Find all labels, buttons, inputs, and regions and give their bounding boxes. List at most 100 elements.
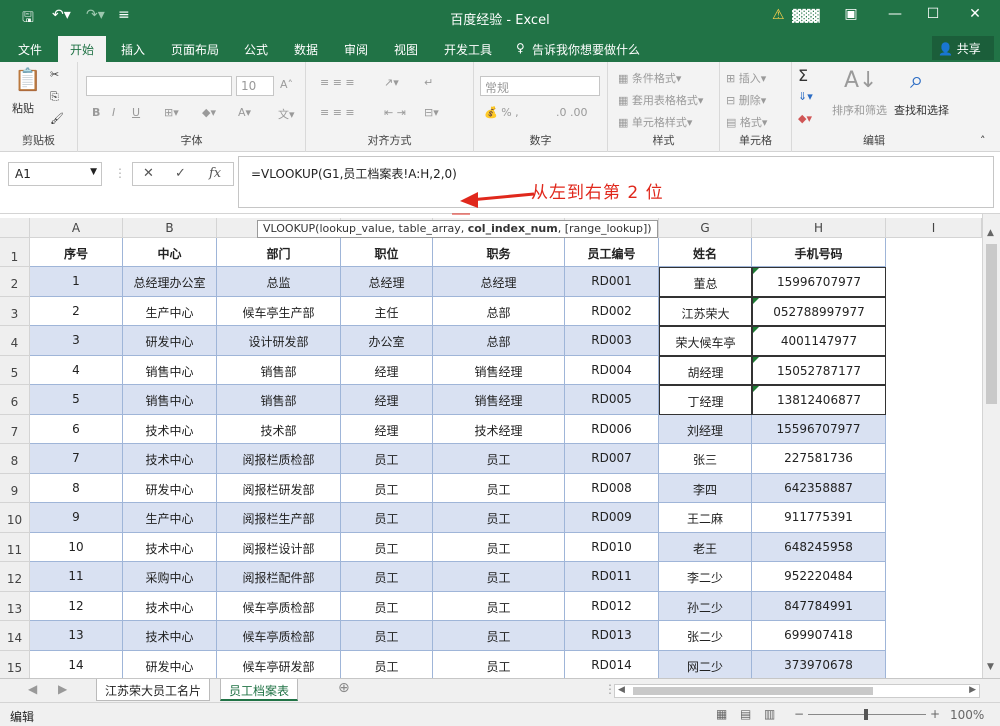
table-cell[interactable]: RD008 — [565, 473, 659, 503]
table-cell[interactable]: 李四 — [659, 473, 752, 503]
sort-filter-label[interactable]: 排序和筛选 — [832, 102, 887, 118]
table-cell[interactable]: 候车亭质检部 — [217, 591, 341, 621]
table-cell[interactable]: 老王 — [659, 532, 752, 562]
table-cell[interactable]: RD003 — [565, 326, 659, 356]
error-indicator-icon[interactable] — [753, 386, 759, 392]
error-indicator-icon[interactable] — [753, 268, 759, 274]
table-cell[interactable]: 经理 — [341, 385, 433, 415]
user-name[interactable]: ▓▓▓ — [792, 9, 820, 23]
share-button[interactable]: 👤 共享 — [932, 36, 994, 60]
table-cell[interactable]: 员工 — [433, 503, 565, 533]
table-cell[interactable]: 办公室 — [341, 326, 433, 356]
tab-insert[interactable]: 插入 — [121, 41, 145, 58]
table-cell[interactable]: 销售经理 — [433, 385, 565, 415]
table-cell[interactable]: 11 — [30, 562, 123, 592]
delete-cells-button[interactable]: ⊟ 删除▾ — [726, 92, 766, 108]
page-layout-view-icon[interactable]: ▤ — [740, 707, 751, 721]
table-cell[interactable]: 1 — [30, 267, 123, 297]
table-cell[interactable]: 销售经理 — [433, 355, 565, 385]
table-cell[interactable]: 员工 — [341, 562, 433, 592]
row-header-4[interactable]: 4 — [0, 326, 30, 356]
header-cell[interactable]: 职位 — [341, 238, 433, 267]
table-cell[interactable]: 227581736 — [752, 444, 886, 474]
table-cell[interactable]: 员工 — [433, 650, 565, 680]
table-cell[interactable]: 候车亭研发部 — [217, 650, 341, 680]
tab-review[interactable]: 审阅 — [344, 41, 368, 58]
table-cell[interactable]: 阅报栏研发部 — [217, 473, 341, 503]
table-cell[interactable]: 候车亭质检部 — [217, 621, 341, 651]
header-cell[interactable]: 部门 — [217, 238, 341, 267]
header-cell[interactable]: 职务 — [433, 238, 565, 267]
table-cell[interactable]: 胡经理 — [659, 355, 752, 385]
border-icon[interactable]: ⊞▾ — [164, 106, 179, 119]
table-cell[interactable]: 12 — [30, 591, 123, 621]
ribbon-display-icon[interactable]: ▣ — [836, 6, 866, 22]
underline-icon[interactable]: U — [132, 106, 140, 119]
font-name-select[interactable] — [86, 76, 232, 96]
maximize-icon[interactable]: ☐ — [918, 6, 948, 22]
cell-style-button[interactable]: ▦ 单元格样式▾ — [618, 114, 692, 130]
find-select-label[interactable]: 查找和选择 — [894, 102, 949, 118]
table-cell[interactable]: 主任 — [341, 296, 433, 326]
table-cell[interactable]: 9 — [30, 503, 123, 533]
table-cell[interactable]: 952220484 — [752, 562, 886, 592]
error-indicator-icon[interactable] — [753, 327, 759, 333]
table-cell[interactable]: RD014 — [565, 650, 659, 680]
row-header-5[interactable]: 5 — [0, 355, 30, 385]
autosum-icon[interactable]: Σ — [798, 66, 808, 85]
table-cell[interactable]: 候车亭生产部 — [217, 296, 341, 326]
table-cell[interactable]: RD005 — [565, 385, 659, 415]
table-cell[interactable]: 研发中心 — [123, 473, 217, 503]
font-color-icon[interactable]: A▾ — [238, 106, 251, 119]
header-cell[interactable]: 手机号码 — [752, 238, 886, 267]
table-cell[interactable]: 总部 — [433, 326, 565, 356]
table-format-button[interactable]: ▦ 套用表格格式▾ — [618, 92, 703, 108]
table-cell[interactable]: 刘经理 — [659, 414, 752, 444]
fill-color-icon[interactable]: ◆▾ — [202, 106, 216, 119]
scroll-up-icon[interactable]: ▲ — [987, 228, 994, 238]
new-sheet-icon[interactable]: ⊕ — [330, 677, 358, 699]
row-header-9[interactable]: 9 — [0, 473, 30, 503]
table-cell[interactable]: 总经理 — [341, 267, 433, 297]
table-cell[interactable]: 技术中心 — [123, 591, 217, 621]
align-top-icon[interactable]: ≡ ≡ ≡ — [320, 76, 355, 89]
table-cell[interactable]: RD009 — [565, 503, 659, 533]
paste-button[interactable]: 粘贴 — [12, 100, 34, 116]
table-cell[interactable]: 总监 — [217, 267, 341, 297]
table-cell[interactable]: RD004 — [565, 355, 659, 385]
column-header-i[interactable]: I — [886, 218, 982, 238]
orientation-icon[interactable]: ↗▾ — [384, 76, 399, 89]
grow-font-icon[interactable]: A˄ — [280, 78, 293, 91]
error-indicator-icon[interactable] — [753, 356, 759, 363]
table-cell[interactable]: 员工 — [341, 503, 433, 533]
row-header-11[interactable]: 11 — [0, 532, 30, 562]
italic-icon[interactable]: I — [112, 106, 115, 119]
scroll-thumb[interactable] — [986, 244, 997, 404]
insert-function-icon[interactable]: fx — [209, 166, 221, 181]
find-select-icon[interactable]: ⌕ — [910, 66, 923, 94]
table-cell[interactable]: 373970678 — [752, 650, 886, 680]
table-cell[interactable]: 采购中心 — [123, 562, 217, 592]
indent-icon[interactable]: ⇤ ⇥ — [384, 106, 406, 119]
bold-icon[interactable]: B — [92, 106, 100, 119]
table-cell[interactable]: 员工 — [433, 562, 565, 592]
wrap-text-icon[interactable]: ↵ — [424, 76, 433, 89]
table-cell[interactable]: 李二少 — [659, 562, 752, 592]
minimize-icon[interactable]: — — [880, 6, 910, 22]
table-cell[interactable]: 技术中心 — [123, 444, 217, 474]
table-cell[interactable]: 销售中心 — [123, 355, 217, 385]
table-cell[interactable]: 15596707977 — [752, 414, 886, 444]
table-cell[interactable]: 王二麻 — [659, 503, 752, 533]
copy-icon[interactable]: ⎘ — [50, 90, 59, 104]
table-cell[interactable]: 3 — [30, 326, 123, 356]
table-cell[interactable]: 052788997977 — [752, 296, 886, 326]
table-cell[interactable]: 阅报栏设计部 — [217, 532, 341, 562]
row-header-12[interactable]: 12 — [0, 562, 30, 592]
table-cell[interactable]: 642358887 — [752, 473, 886, 503]
table-cell[interactable]: 孙二少 — [659, 591, 752, 621]
currency-icon[interactable]: 💰 % , — [484, 106, 519, 119]
merge-icon[interactable]: ⊟▾ — [424, 106, 439, 119]
scroll-left-icon[interactable]: ◀ — [618, 685, 625, 695]
table-cell[interactable]: 研发中心 — [123, 650, 217, 680]
zoom-level[interactable]: 100% — [950, 708, 984, 722]
